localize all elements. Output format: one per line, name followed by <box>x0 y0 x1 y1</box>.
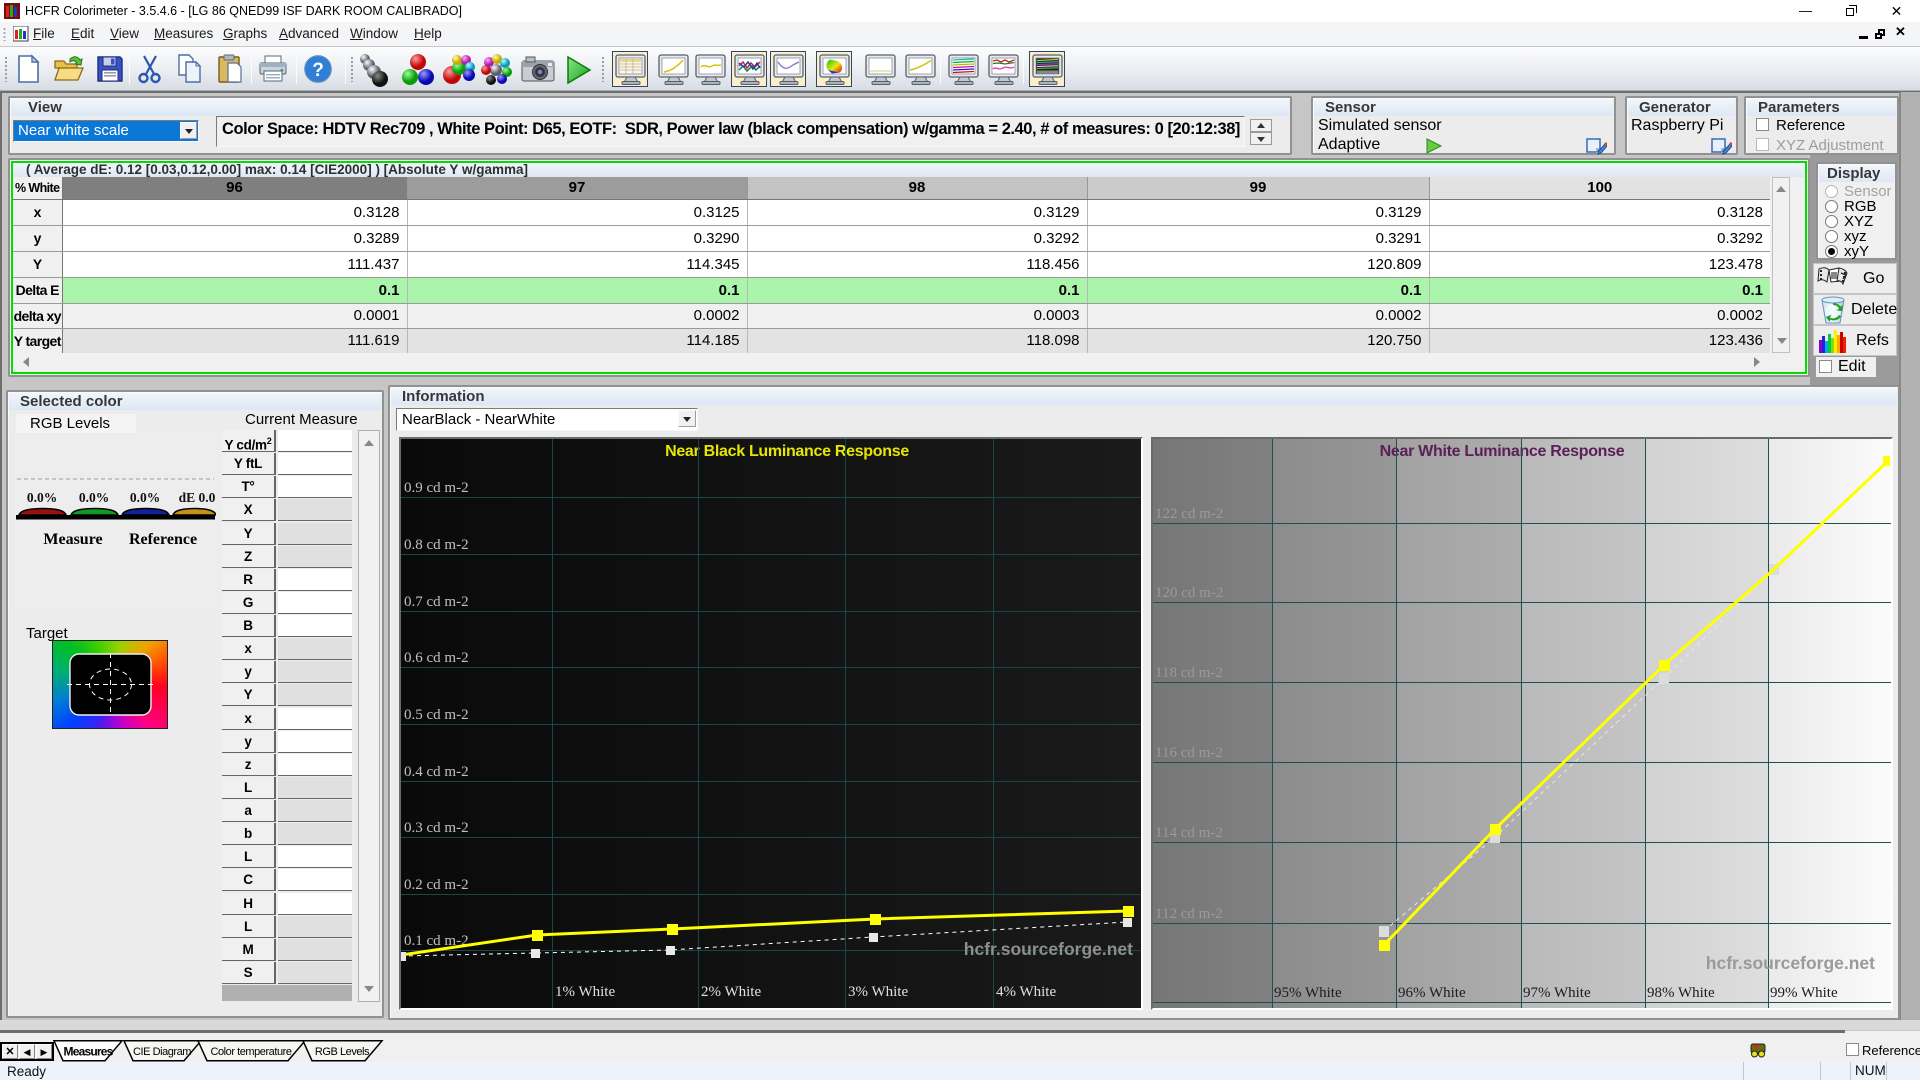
svg-text:Measures: Measures <box>64 1045 114 1059</box>
svg-text:0.0%: 0.0% <box>27 490 57 505</box>
svg-text:?: ? <box>312 60 324 81</box>
svg-text:dE 0.0: dE 0.0 <box>179 490 216 505</box>
svg-text:CIE Diagram: CIE Diagram <box>133 1046 191 1058</box>
svg-text:Color temperature: Color temperature <box>211 1046 292 1058</box>
svg-text:Reference: Reference <box>129 531 197 548</box>
svg-text:0.0%: 0.0% <box>130 490 160 505</box>
svg-text:Measure: Measure <box>43 531 102 548</box>
svg-text:0.0%: 0.0% <box>79 490 109 505</box>
svg-text:RGB Levels: RGB Levels <box>315 1046 370 1058</box>
